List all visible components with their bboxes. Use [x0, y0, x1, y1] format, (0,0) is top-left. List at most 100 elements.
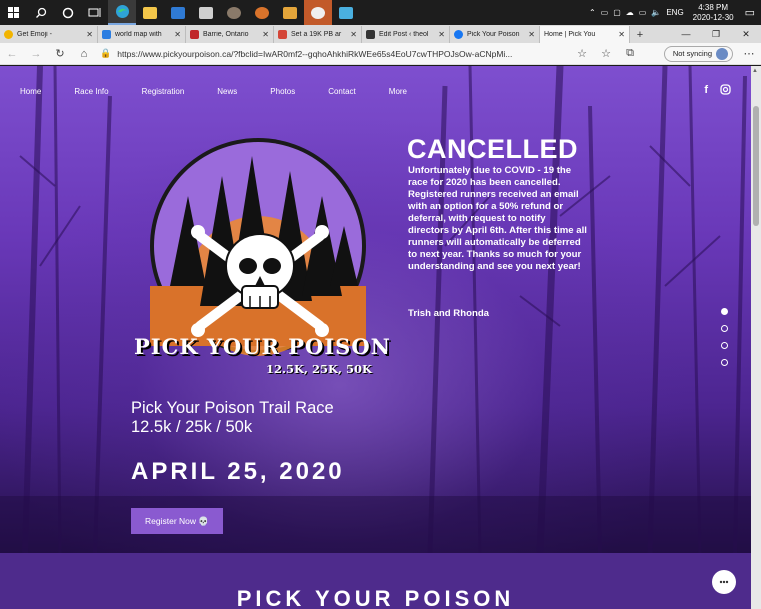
- tab-favicon-icon: [4, 30, 13, 39]
- signoff-text: Trish and Rhonda: [408, 308, 490, 319]
- register-now-button[interactable]: Register Now 💀: [131, 508, 223, 534]
- forward-arrow-icon[interactable]: →: [24, 43, 48, 65]
- close-icon[interactable]: ✕: [262, 30, 269, 39]
- page-scrollbar[interactable]: ▲: [751, 66, 761, 609]
- volume-icon[interactable]: 🔈: [651, 8, 661, 17]
- clock-time: 4:38 PM: [698, 2, 729, 12]
- task-view-icon[interactable]: [81, 0, 108, 25]
- tab-1[interactable]: Get Emoji - ✕: [0, 26, 98, 43]
- more-menu-icon[interactable]: ⋯: [737, 43, 761, 65]
- slide-dot-1[interactable]: [721, 308, 728, 315]
- app-icon-7[interactable]: [276, 0, 304, 25]
- nav-more[interactable]: More: [389, 87, 407, 96]
- back-arrow-icon[interactable]: ←: [0, 43, 24, 65]
- tab-label: Barrie, Ontario: [203, 31, 249, 38]
- clock-date: 2020-12-30: [692, 12, 734, 22]
- app-icon-8[interactable]: [304, 0, 332, 25]
- race-distances: 12.5k / 25k / 50k: [131, 418, 253, 436]
- lock-icon[interactable]: 🔒: [100, 48, 111, 59]
- nav-registration[interactable]: Registration: [142, 87, 185, 96]
- tab-label: world map with: [115, 31, 162, 38]
- chevron-up-icon[interactable]: ⌃: [589, 8, 596, 17]
- slide-dot-2[interactable]: [721, 325, 728, 332]
- close-icon[interactable]: ✕: [350, 30, 357, 39]
- logo-distances: 12.5K, 25K, 50K: [266, 362, 373, 376]
- language-indicator[interactable]: ENG: [666, 8, 683, 17]
- new-tab-icon[interactable]: +: [630, 26, 650, 43]
- favorite-star-icon[interactable]: ☆: [570, 43, 594, 65]
- close-icon[interactable]: ✕: [86, 30, 93, 39]
- monitor-icon[interactable]: ▢: [613, 8, 621, 17]
- battery-icon[interactable]: ▭: [601, 8, 609, 17]
- close-icon[interactable]: ✕: [528, 30, 535, 39]
- tab-label: Pick Your Poison: [467, 31, 520, 38]
- nav-news[interactable]: News: [217, 87, 237, 96]
- facebook-icon[interactable]: f: [704, 84, 708, 98]
- instagram-icon[interactable]: [720, 84, 731, 98]
- edge-app-icon[interactable]: [108, 0, 136, 25]
- window-close-icon[interactable]: ✕: [731, 25, 761, 43]
- url-field[interactable]: 🔒 https://www.pickyourpoison.ca/?fbclid=…: [100, 46, 570, 62]
- windows-taskbar: ⌃ ▭ ▢ ☁ ▭ 🔈 ENG 4:38 PM 2020-12-30 ▭: [0, 0, 761, 25]
- nav-photos[interactable]: Photos: [270, 87, 295, 96]
- app-icon-9[interactable]: [332, 0, 360, 25]
- tab-2[interactable]: world map with ✕: [98, 26, 186, 43]
- cortana-icon[interactable]: [54, 0, 81, 25]
- home-icon[interactable]: ⌂: [72, 43, 96, 65]
- tab-label: Set a 19K PB ar: [291, 31, 342, 38]
- tab-label: Home | Pick You: [544, 31, 596, 38]
- tab-6[interactable]: Pick Your Poison ✕: [450, 26, 540, 43]
- tab-5[interactable]: Edit Post ‹ theol ✕: [362, 26, 450, 43]
- refresh-icon[interactable]: ↻: [48, 43, 72, 65]
- search-icon[interactable]: [27, 0, 54, 25]
- nav-contact[interactable]: Contact: [328, 87, 356, 96]
- favorites-icon[interactable]: ☆: [594, 43, 618, 65]
- app-icon-5[interactable]: [220, 0, 248, 25]
- tab-label: Get Emoji -: [17, 31, 53, 38]
- tab-favicon-icon: [454, 30, 463, 39]
- slide-dot-4[interactable]: [721, 359, 728, 366]
- close-icon[interactable]: ✕: [618, 30, 625, 39]
- clock[interactable]: 4:38 PM 2020-12-30: [693, 3, 734, 23]
- cloud-icon[interactable]: ☁: [626, 8, 634, 17]
- close-icon[interactable]: ✕: [174, 30, 181, 39]
- tab-favicon-icon: [278, 30, 287, 39]
- scrollbar-thumb[interactable]: [753, 106, 759, 226]
- minimize-icon[interactable]: —: [671, 25, 701, 43]
- tab-3[interactable]: Barrie, Ontario ✕: [186, 26, 274, 43]
- mail-app-icon[interactable]: [164, 0, 192, 25]
- tab-favicon-icon: [190, 30, 199, 39]
- scroll-up-icon[interactable]: ▲: [752, 68, 758, 74]
- tab-4[interactable]: Set a 19K PB ar ✕: [274, 26, 362, 43]
- close-icon[interactable]: ✕: [438, 30, 445, 39]
- tab-label: Edit Post ‹ theol: [379, 31, 429, 38]
- site-navigation: Home Race Info Registration News Photos …: [20, 87, 440, 96]
- sync-label: Not syncing: [672, 49, 712, 58]
- chat-icon[interactable]: [712, 570, 736, 594]
- browser-tab-bar: Get Emoji - ✕ world map with ✕ Barrie, O…: [0, 25, 761, 43]
- web-page: Home Race Info Registration News Photos …: [0, 66, 751, 609]
- social-links: f: [704, 84, 731, 98]
- store-app-icon[interactable]: [192, 0, 220, 25]
- file-explorer-app-icon[interactable]: [136, 0, 164, 25]
- tab-7-active[interactable]: Home | Pick You ✕: [540, 26, 630, 43]
- restore-icon[interactable]: ❐: [701, 25, 731, 43]
- sync-button[interactable]: Not syncing: [663, 45, 733, 62]
- address-bar: ← → ↻ ⌂ 🔒 https://www.pickyourpoison.ca/…: [0, 43, 761, 65]
- logo-title: PICK YOUR POISON: [134, 334, 391, 359]
- app-icon-6[interactable]: [248, 0, 276, 25]
- url-text: https://www.pickyourpoison.ca/?fbclid=Iw…: [117, 48, 513, 59]
- race-date: APRIL 25, 2020: [131, 458, 345, 485]
- slide-dot-3[interactable]: [721, 342, 728, 349]
- notification-icon[interactable]: ▭: [745, 6, 755, 19]
- tab-favicon-icon: [366, 30, 375, 39]
- nav-home[interactable]: Home: [20, 87, 41, 96]
- tab-favicon-icon: [102, 30, 111, 39]
- network-icon[interactable]: ▭: [639, 8, 647, 17]
- collections-icon[interactable]: ⧉: [618, 43, 642, 65]
- windows-start-icon[interactable]: [0, 0, 27, 25]
- section-heading: PICK YOUR POISON: [236, 586, 515, 609]
- nav-race-info[interactable]: Race Info: [74, 87, 108, 96]
- cancellation-message: Unfortunately due to COVID - 19 the race…: [408, 165, 587, 272]
- profile-avatar: [716, 47, 728, 60]
